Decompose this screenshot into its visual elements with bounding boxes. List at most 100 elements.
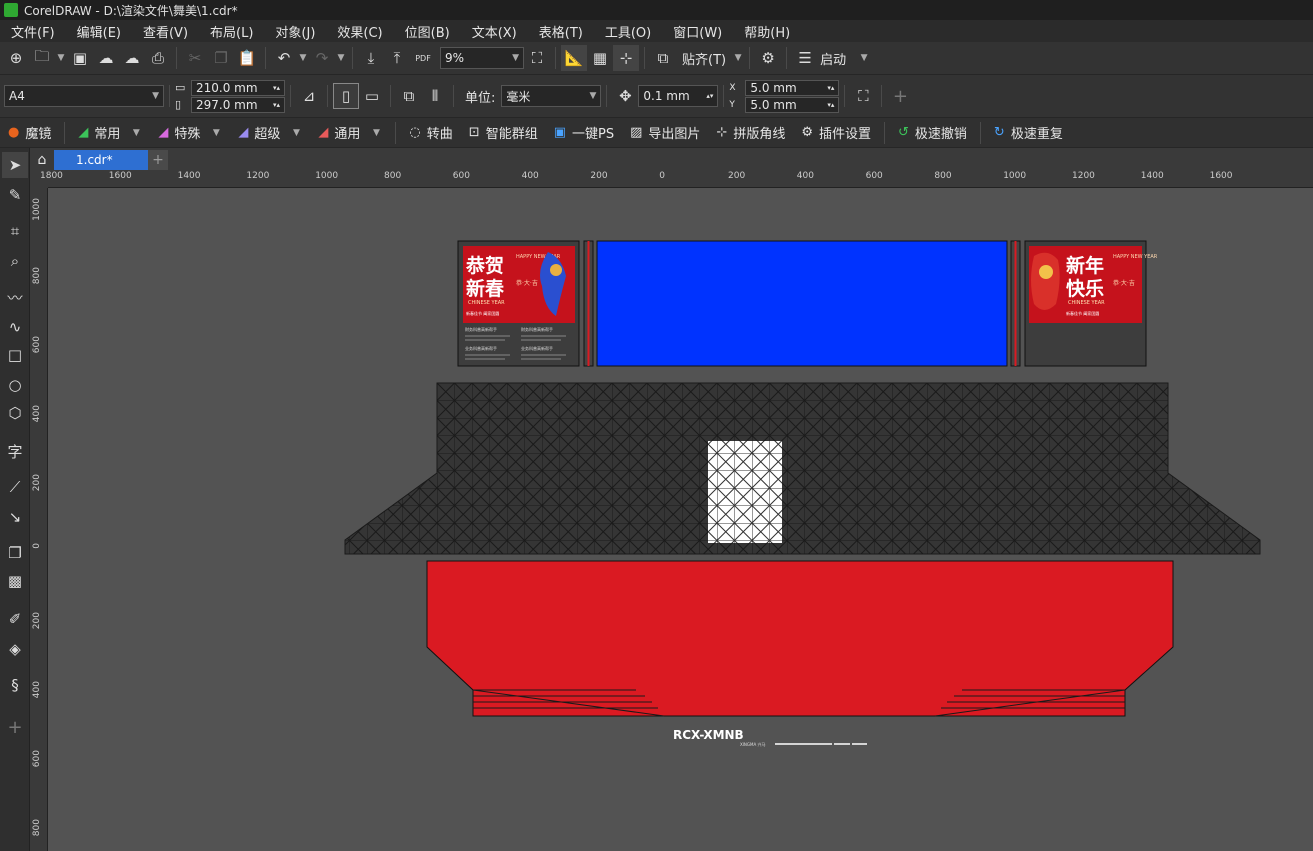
spin-icon[interactable]: ▴▾ [706, 92, 713, 100]
dup-x-input[interactable]: 5.0 mm ▾▴ [745, 79, 840, 96]
full-screen-icon[interactable]: ⛶ [524, 45, 550, 71]
chevron-down-icon[interactable]: ▼ [210, 128, 222, 138]
plugin-fast-redo[interactable]: ↻ 极速重复 [986, 118, 1071, 148]
open-folder-icon[interactable]: 🗀 [29, 45, 55, 71]
menu-table[interactable]: 表格(T) [528, 22, 594, 41]
fill-tool-icon[interactable]: ◈ [2, 636, 28, 662]
ellipse-tool-icon[interactable]: ○ [2, 372, 28, 398]
grid-icon[interactable]: ▦ [587, 45, 613, 71]
page-size-select[interactable]: A4 ▼ [4, 85, 164, 107]
paste-icon[interactable]: 📋 [234, 45, 260, 71]
drop-shadow-tool-icon[interactable]: ❐ [2, 540, 28, 566]
plugin-magic-mirror[interactable]: ● 魔镜 [0, 118, 59, 148]
undo-icon[interactable]: ↶ [271, 45, 297, 71]
chevron-down-icon[interactable]: ▼ [290, 128, 302, 138]
plugin-super[interactable]: ◢ 超级 ▼ [230, 118, 310, 148]
shape-tool-icon[interactable]: ✎ [2, 182, 28, 208]
spin-icon[interactable]: ▾▴ [827, 101, 834, 109]
menu-edit[interactable]: 编辑(E) [66, 22, 132, 41]
all-pages-icon[interactable]: ⊿ [296, 83, 322, 109]
add-toolbar-icon[interactable]: + [887, 83, 913, 109]
page-frame-icon[interactable]: ⛶ [850, 83, 876, 109]
guidelines-icon[interactable]: ⊹ [613, 45, 639, 71]
duplicate-page-icon[interactable]: ⧉ [396, 83, 422, 109]
text-tool-icon[interactable]: 字 [2, 438, 28, 464]
options-gear-icon[interactable]: ⚙ [755, 45, 781, 71]
plugin-convert-curve[interactable]: ◌ 转曲 [401, 118, 460, 148]
transparency-tool-icon[interactable]: ▩ [2, 568, 28, 594]
launch-button[interactable]: 启动 [820, 49, 846, 68]
dup-y-input[interactable]: 5.0 mm ▾▴ [745, 96, 840, 113]
menu-window[interactable]: 窗口(W) [662, 22, 733, 41]
crop-tool-icon[interactable]: ⌗ [2, 218, 28, 244]
copy-icon[interactable]: ❐ [208, 45, 234, 71]
launch-dropdown-icon[interactable]: ▼ [858, 53, 870, 63]
snap-to-button[interactable]: 贴齐(T) [682, 49, 726, 68]
plugin-export-image[interactable]: ▨ 导出图片 [622, 118, 708, 148]
publish-pdf-icon[interactable]: PDF [410, 45, 436, 71]
smart-fill-icon[interactable]: § [2, 672, 28, 698]
menu-effects[interactable]: 效果(C) [326, 22, 393, 41]
print-icon[interactable]: ⎙ [145, 45, 171, 71]
save-icon[interactable]: ▣ [67, 45, 93, 71]
plugin-special[interactable]: ◢ 特殊 ▼ [150, 118, 230, 148]
plugin-smart-group[interactable]: ⊡ 智能群组 [461, 118, 546, 148]
menu-file[interactable]: 文件(F) [0, 22, 66, 41]
stage-skirt[interactable] [426, 560, 1174, 717]
rectangle-tool-icon[interactable]: □ [2, 342, 28, 368]
spin-icon[interactable]: ▾▴ [273, 101, 280, 109]
horizontal-ruler[interactable]: 1800 1600 1400 1200 1000 800 600 400 200 0 200 400 6… [40, 170, 1313, 188]
page-width-input[interactable]: 210.0 mm ▾▴ [191, 79, 285, 96]
cut-icon[interactable]: ✂ [182, 45, 208, 71]
cloud-download-icon[interactable]: ☁ [119, 45, 145, 71]
menu-bitmaps[interactable]: 位图(B) [394, 22, 461, 41]
pick-tool-icon[interactable]: ➤ [2, 152, 28, 178]
drawing-canvas[interactable]: 恭贺 新春 HAPPY NEW YEAR CHINESE YEAR 新春佳节 阖… [48, 188, 1313, 851]
new-document-icon[interactable]: ⊕ [3, 45, 29, 71]
plugin-settings[interactable]: ⚙ 插件设置 [793, 118, 879, 148]
menu-help[interactable]: 帮助(H) [733, 22, 801, 41]
home-icon[interactable]: ⌂ [32, 150, 52, 170]
launch-icon[interactable]: ☰ [792, 45, 818, 71]
chevron-down-icon[interactable]: ▼ [370, 128, 382, 138]
units-select[interactable]: 毫米 ▼ [501, 85, 602, 107]
freehand-tool-icon[interactable]: 〰 [2, 284, 28, 310]
redo-icon[interactable]: ↷ [309, 45, 335, 71]
add-tab-button[interactable]: + [148, 150, 168, 170]
chevron-down-icon[interactable]: ▼ [130, 128, 142, 138]
open-dropdown-icon[interactable]: ▼ [55, 53, 67, 63]
artistic-media-icon[interactable]: ∿ [2, 314, 28, 340]
polygon-tool-icon[interactable]: ⬡ [2, 400, 28, 426]
eyedropper-tool-icon[interactable]: ✐ [2, 606, 28, 632]
connector-tool-icon[interactable]: ↘ [2, 504, 28, 530]
plugin-common[interactable]: ◢ 常用 ▼ [70, 118, 150, 148]
cloud-upload-icon[interactable]: ☁ [93, 45, 119, 71]
truss-highlight-panel[interactable] [708, 441, 782, 543]
zoom-tool-icon[interactable]: ⌕ [2, 248, 28, 274]
spin-icon[interactable]: ▾▴ [827, 84, 834, 92]
zoom-level-select[interactable]: 9% ▼ [440, 47, 524, 69]
menu-layout[interactable]: 布局(L) [199, 22, 264, 41]
menu-view[interactable]: 查看(V) [132, 22, 199, 41]
nudge-distance-input[interactable]: 0.1 mm ▴▾ [638, 85, 719, 107]
add-tool-icon[interactable]: + [2, 714, 28, 740]
plugin-one-click-ps[interactable]: ▣ 一键PS [546, 118, 622, 148]
export-icon[interactable]: ⤒ [384, 45, 410, 71]
redo-dropdown-icon[interactable]: ▼ [335, 53, 347, 63]
snap-dropdown-icon[interactable]: ▼ [732, 53, 744, 63]
vertical-ruler[interactable]: 1000 800 600 400 200 0 200 400 600 800 [30, 188, 48, 851]
page-height-input[interactable]: 297.0 mm ▾▴ [191, 96, 285, 113]
plugin-fast-undo[interactable]: ↺ 极速撤销 [890, 118, 975, 148]
dimension-tool-icon[interactable]: ⟋ [2, 474, 28, 500]
menu-object[interactable]: 对象(J) [264, 22, 326, 41]
snap-icon[interactable]: ⧉ [650, 45, 676, 71]
menu-text[interactable]: 文本(X) [461, 22, 528, 41]
truss-structure[interactable] [344, 382, 1261, 555]
main-led-screen[interactable] [596, 240, 1008, 367]
plugin-general[interactable]: ◢ 通用 ▼ [310, 118, 390, 148]
undo-dropdown-icon[interactable]: ▼ [297, 53, 309, 63]
plugin-crop-marks[interactable]: ⊹ 拼版角线 [708, 118, 793, 148]
import-icon[interactable]: ⤓ [358, 45, 384, 71]
menu-tools[interactable]: 工具(O) [594, 22, 662, 41]
tab-1-cdr[interactable]: 1.cdr* [54, 150, 148, 170]
